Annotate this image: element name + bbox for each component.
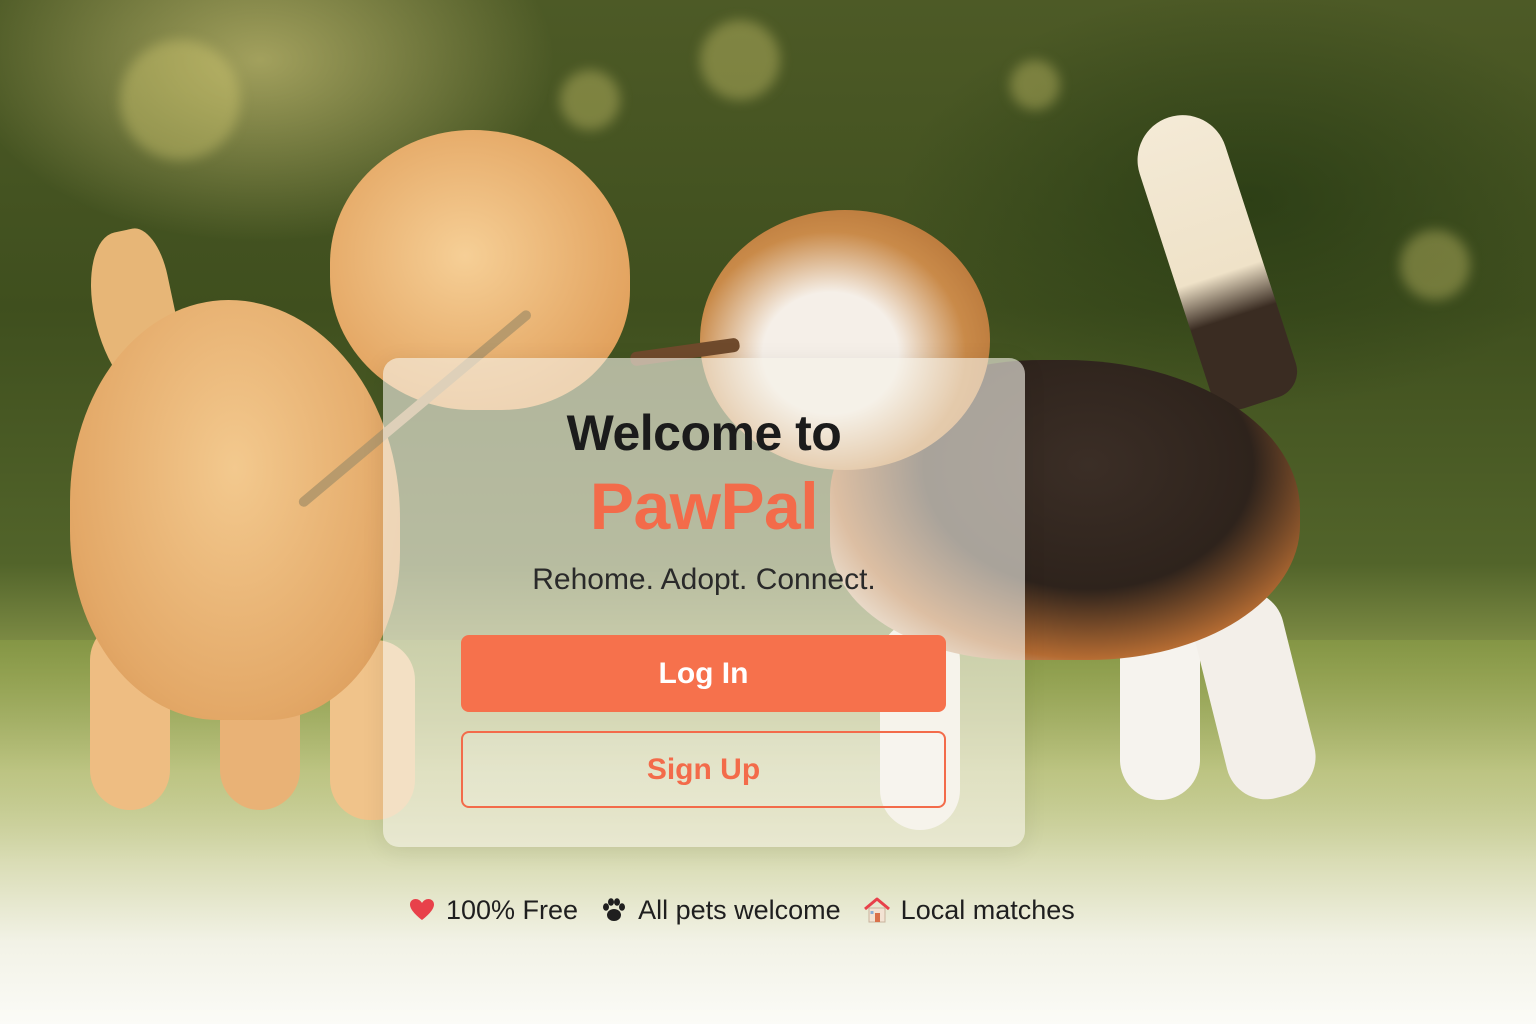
tagline: Rehome. Adopt. Connect.	[532, 563, 876, 596]
feature-item: Local matches	[863, 895, 1075, 926]
signup-button[interactable]: Sign Up	[461, 731, 946, 808]
feature-label: 100% Free	[446, 894, 579, 925]
feature-label: All pets welcome	[638, 894, 841, 925]
house-icon	[863, 896, 891, 924]
feature-item: 100% Free	[408, 895, 578, 926]
bokeh-light	[560, 70, 620, 130]
feature-item: All pets welcome	[600, 895, 841, 926]
bokeh-light	[700, 20, 780, 100]
paw-icon	[600, 896, 628, 924]
brand-name: PawPal	[589, 469, 819, 543]
heart-icon	[408, 896, 436, 924]
beagle-puppy-tail	[1125, 103, 1305, 417]
feature-list: 100% Free All pets welcome Local matches	[408, 888, 1075, 932]
login-button[interactable]: Log In	[461, 635, 946, 712]
hero-background: Welcome to PawPal Rehome. Adopt. Connect…	[0, 0, 1536, 1024]
bokeh-light	[1010, 60, 1060, 110]
bokeh-light	[120, 40, 240, 160]
welcome-title: Welcome to	[566, 405, 842, 461]
golden-puppy-body	[70, 300, 400, 720]
feature-label: Local matches	[900, 894, 1075, 925]
welcome-card: Welcome to PawPal Rehome. Adopt. Connect…	[383, 358, 1025, 847]
bokeh-light	[1400, 230, 1470, 300]
